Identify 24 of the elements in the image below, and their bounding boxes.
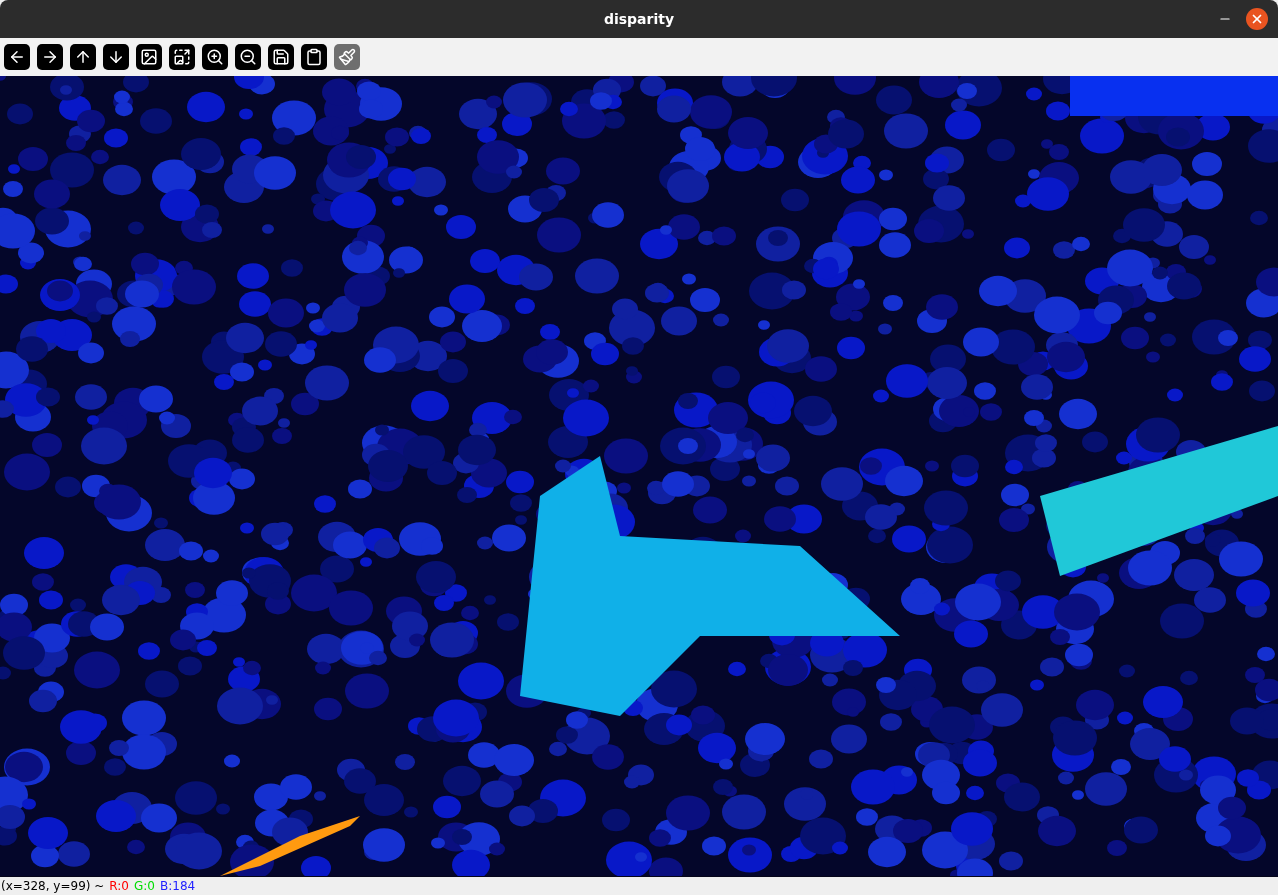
forward-arrow-icon <box>41 48 59 66</box>
down-arrow-icon <box>107 48 125 66</box>
pixel-channel-value: R:0 <box>109 879 129 893</box>
back-arrow-button[interactable] <box>4 44 30 70</box>
image-icon <box>140 48 158 66</box>
zoom-in-button[interactable] <box>202 44 228 70</box>
zoom-out-icon <box>239 48 257 66</box>
close-button[interactable] <box>1246 8 1268 30</box>
close-icon <box>1250 12 1264 26</box>
up-arrow-button[interactable] <box>70 44 96 70</box>
forward-arrow-button[interactable] <box>37 44 63 70</box>
image-button[interactable] <box>136 44 162 70</box>
pixel-channel-value: B:184 <box>160 879 196 893</box>
window-title: disparity <box>603 11 675 27</box>
clipboard-icon <box>305 48 323 66</box>
clipboard-button[interactable] <box>301 44 327 70</box>
zoom-in-icon <box>206 48 224 66</box>
down-arrow-button[interactable] <box>103 44 129 70</box>
zoom-out-button[interactable] <box>235 44 261 70</box>
save-icon <box>272 48 290 66</box>
paintbrush-icon <box>338 48 356 66</box>
pixel-channel-value: G:0 <box>134 879 155 893</box>
save-button[interactable] <box>268 44 294 70</box>
cursor-position: (x=328, y=99) ~ <box>1 879 105 893</box>
